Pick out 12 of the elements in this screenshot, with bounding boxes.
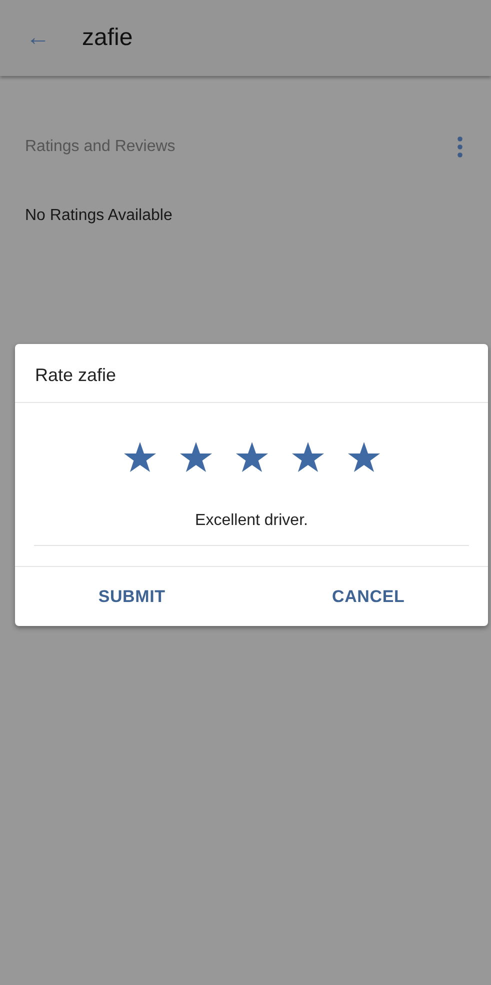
star-icon[interactable] <box>178 441 212 473</box>
dialog-button[interactable]: CANCEL <box>326 582 411 610</box>
screen-title: zafie <box>82 23 133 53</box>
dialog-title: Rate zafie <box>15 344 488 403</box>
star-icon[interactable] <box>346 441 380 473</box>
more-vertical-icon <box>457 136 463 158</box>
star-icon[interactable] <box>234 441 268 473</box>
dialog-button[interactable]: SUBMIT <box>92 582 172 610</box>
star-icon[interactable] <box>122 441 156 473</box>
empty-message: No Ratings Available <box>25 206 174 226</box>
star-icon[interactable] <box>290 441 324 473</box>
section-heading: Ratings and Reviews <box>25 137 176 157</box>
